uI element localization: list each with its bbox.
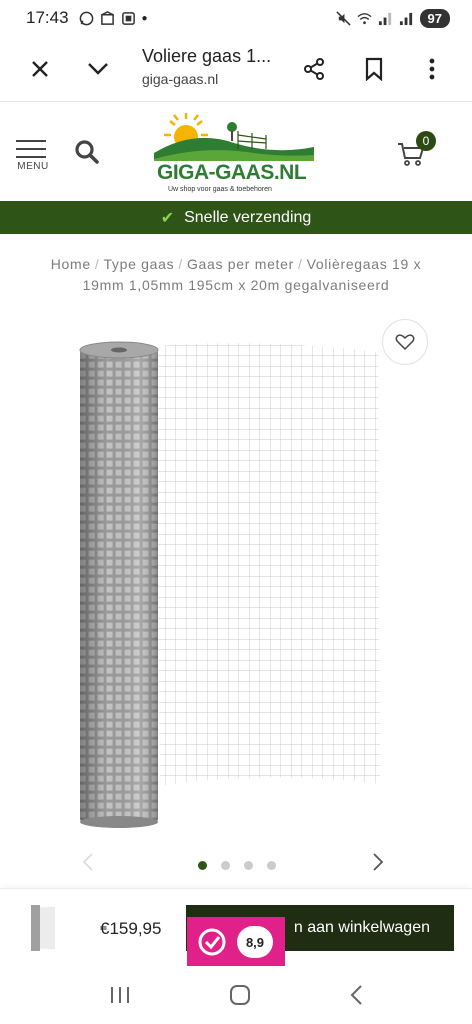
search-icon: [75, 140, 99, 164]
page-url: giga-gaas.nl: [142, 71, 219, 87]
site-logo[interactable]: GIGA-GAAS.NL Uw shop voor gaas & toebeho…: [154, 109, 314, 199]
close-icon: [32, 61, 48, 77]
system-nav-bar: [0, 966, 472, 1024]
whatsapp-icon: [79, 11, 93, 25]
carousel-prev-button[interactable]: [82, 852, 102, 876]
heart-icon: [395, 334, 415, 351]
menu-button[interactable]: MENU: [16, 140, 50, 172]
minimize-button[interactable]: [78, 49, 118, 89]
search-button[interactable]: [74, 139, 100, 170]
logo-text: GIGA-GAAS.NL: [157, 161, 307, 184]
bookmark-icon: [365, 57, 383, 81]
breadcrumb-separator: /: [298, 256, 303, 272]
breadcrumb-type-gaas[interactable]: Type gaas: [103, 256, 174, 272]
home-icon[interactable]: [229, 984, 251, 1006]
share-icon: [304, 58, 324, 80]
browser-toolbar: Voliere gaas 1... giga-gaas.nl: [0, 36, 472, 102]
status-time: 17:43: [26, 8, 69, 27]
review-widget[interactable]: 8,9: [187, 917, 285, 967]
carousel-dot[interactable]: [267, 861, 276, 870]
wishlist-button[interactable]: [382, 319, 428, 365]
review-score: 8,9: [237, 926, 273, 958]
product-thumbnail: [22, 903, 62, 953]
battery-level: 97: [419, 8, 450, 28]
shipping-text: Snelle verzending: [184, 208, 312, 226]
menu-label: MENU: [17, 161, 49, 172]
screenshot-icon: [121, 11, 135, 25]
status-left: 17:43 ●: [26, 8, 148, 28]
back-icon[interactable]: [349, 984, 363, 1006]
site-header: MENU GIGA-GAAS.NL Uw shop voor gaas & to…: [0, 103, 472, 201]
recent-apps-icon[interactable]: [109, 985, 131, 1005]
cart-button[interactable]: 0: [396, 131, 440, 171]
more-vertical-icon: [429, 58, 435, 80]
carousel-next-button[interactable]: [372, 852, 392, 876]
status-bar: 17:43 ● 97: [0, 0, 472, 36]
page-title: Voliere gaas 1...: [142, 46, 272, 66]
cart-count-badge: 0: [416, 131, 436, 151]
status-right: 97: [335, 8, 450, 28]
carousel-dot[interactable]: [198, 861, 207, 870]
page-title-area[interactable]: Voliere gaas 1... giga-gaas.nl: [142, 46, 292, 87]
notification-dot-icon: ●: [141, 12, 148, 24]
sticky-cart-bar: €159,95 n aan winkelwagen 8,9: [0, 888, 472, 967]
breadcrumb: Home / Type gaas / Gaas per meter / Volièregaa…: [30, 254, 442, 296]
bookmark-button[interactable]: [354, 49, 394, 89]
mesh-sheet: [155, 343, 380, 786]
breadcrumb-home[interactable]: Home: [51, 256, 91, 272]
review-check-icon: [198, 928, 226, 956]
product-image[interactable]: [60, 324, 400, 834]
chevron-left-icon: [82, 853, 93, 871]
carousel-dot[interactable]: [221, 861, 230, 870]
breadcrumb-gaas-per-meter[interactable]: Gaas per meter: [187, 256, 294, 272]
mute-icon: [335, 10, 351, 26]
product-price: €159,95: [100, 919, 162, 938]
hamburger-icon: [16, 140, 50, 158]
logo-graphic: [154, 113, 314, 161]
package-icon: [100, 10, 114, 25]
signal-icon: [378, 12, 391, 25]
more-options-button[interactable]: [412, 49, 452, 89]
chevron-right-icon: [373, 853, 384, 871]
checkmark-icon: ✔: [160, 209, 175, 227]
close-tab-button[interactable]: [20, 49, 60, 89]
breadcrumb-separator: /: [178, 256, 183, 272]
carousel-dots: [198, 861, 276, 870]
carousel-dot[interactable]: [244, 861, 253, 870]
chevron-down-icon: [88, 63, 108, 75]
wifi-icon: [357, 12, 372, 24]
breadcrumb-separator: /: [94, 256, 100, 272]
share-button[interactable]: [294, 49, 334, 89]
shipping-banner: ✔ Snelle verzending: [0, 201, 472, 234]
logo-tagline: Uw shop voor gaas & toebehoren: [168, 186, 272, 193]
thumbnail-image: [31, 905, 55, 951]
signal-2-icon: [399, 12, 412, 25]
